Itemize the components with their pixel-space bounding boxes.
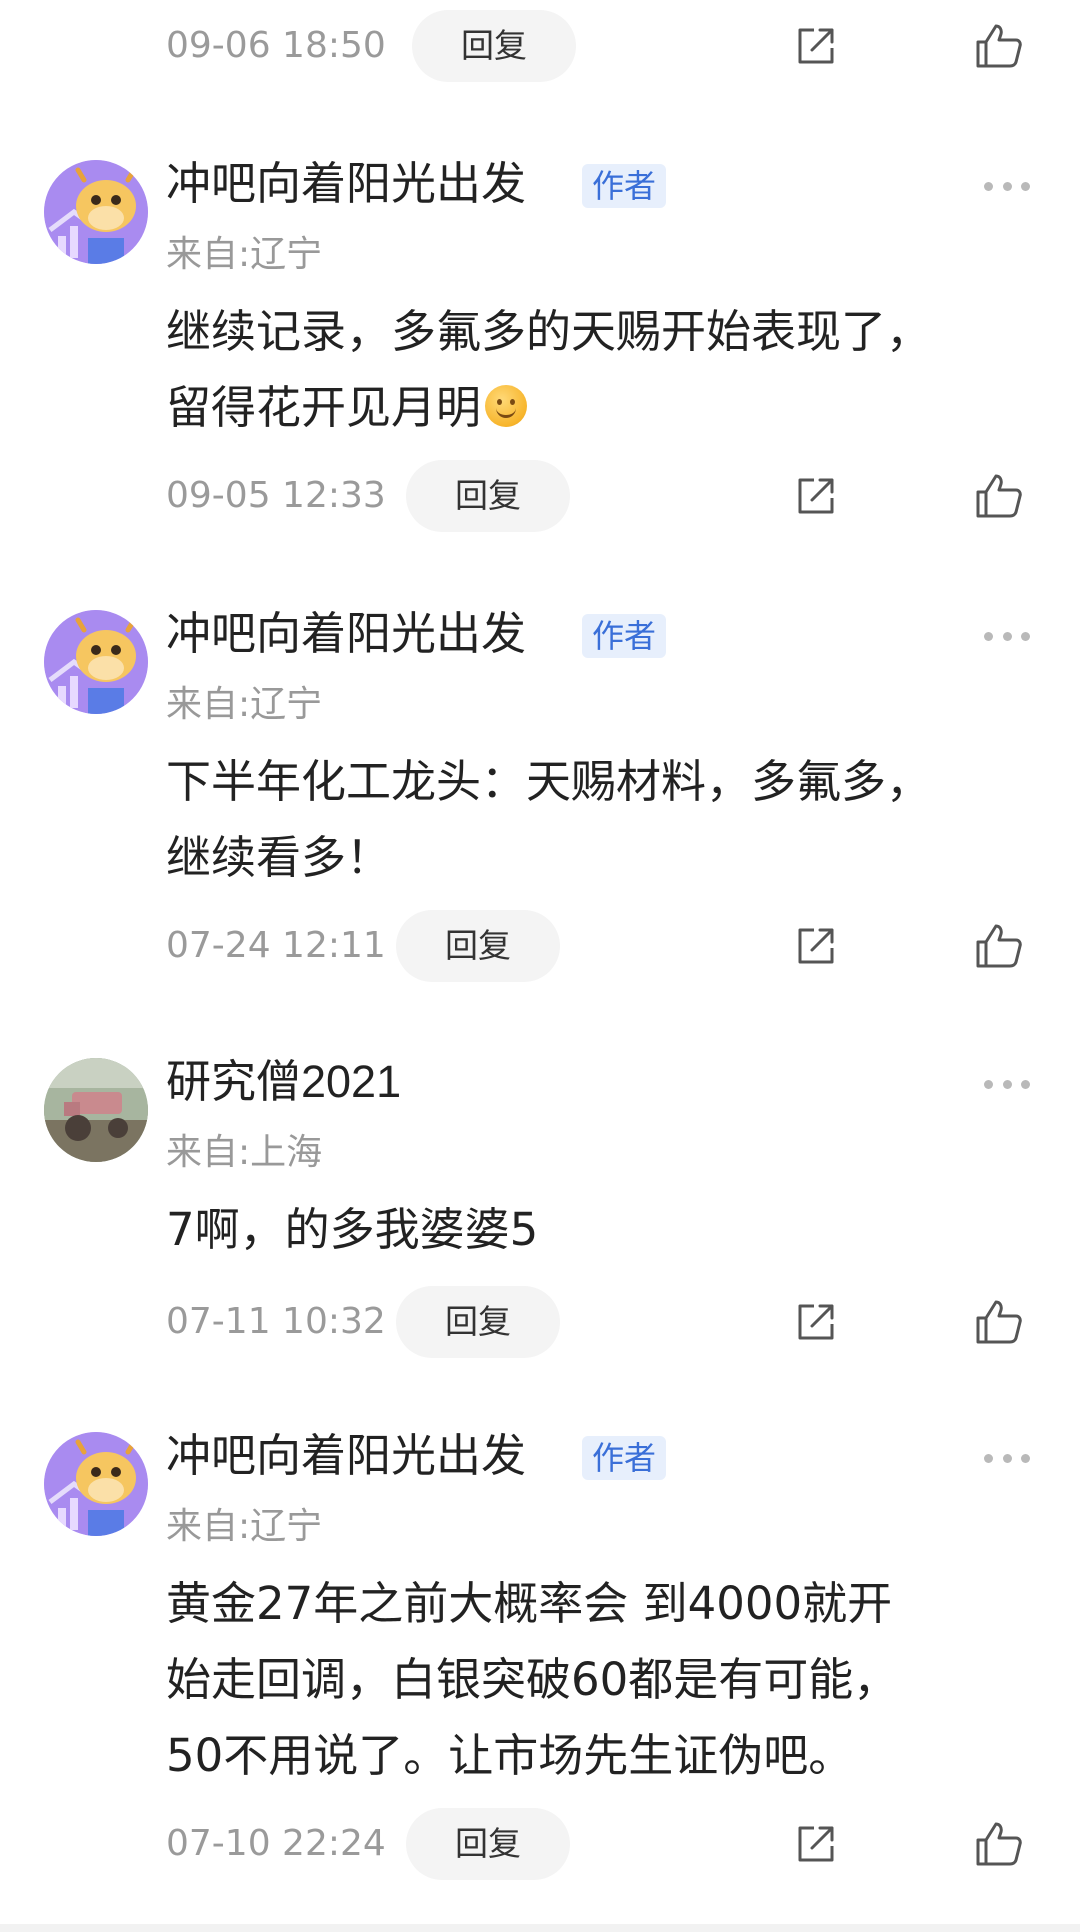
- reply-button[interactable]: 回复: [406, 1808, 570, 1880]
- cow-mascot-icon: [44, 1432, 148, 1536]
- comment-timestamp: 09-06 18:50: [166, 25, 386, 66]
- avatar[interactable]: [44, 1058, 148, 1162]
- username[interactable]: 冲吧向着阳光出发: [166, 154, 526, 214]
- avatar[interactable]: [44, 160, 148, 264]
- comment-text: 下半年化工龙头：天赐材料，多氟多， 继续看多！: [166, 755, 932, 884]
- comment-meta-row: 07-10 22:24 回复: [0, 1808, 1080, 1880]
- share-icon[interactable]: [792, 472, 840, 520]
- thumbs-up-icon[interactable]: [974, 472, 1024, 520]
- share-icon[interactable]: [792, 1298, 840, 1346]
- thumbs-up-icon[interactable]: [974, 1298, 1024, 1346]
- author-badge: 作者: [582, 614, 667, 658]
- author-badge: 作者: [582, 164, 667, 208]
- location-label: 来自:上海: [166, 1132, 323, 1173]
- comment-text: 7啊，的多我婆婆5: [166, 1203, 539, 1256]
- thumbs-up-icon[interactable]: [974, 922, 1024, 970]
- comment-timestamp: 09-05 12:33: [166, 475, 386, 516]
- location-label: 来自:辽宁: [166, 684, 323, 725]
- bottom-divider: [0, 1924, 1080, 1932]
- avatar[interactable]: [44, 610, 148, 714]
- comment-text-content: 继续记录，多氟多的天赐开始表现了， 留得花开见月明: [166, 305, 932, 434]
- share-icon[interactable]: [792, 22, 840, 70]
- comment-item: 冲吧向着阳光出发 作者 来自:辽宁 黄金27年之前大概率会 到4000就开 始走…: [0, 1422, 1080, 1822]
- author-badge: 作者: [582, 1436, 667, 1480]
- more-dots-icon[interactable]: [984, 180, 1030, 192]
- share-icon[interactable]: [792, 922, 840, 970]
- comment-meta-row: 09-05 12:33 回复: [0, 460, 1080, 532]
- tractor-photo-icon: [44, 1058, 148, 1162]
- cow-mascot-icon: [44, 610, 148, 714]
- comment-text: 黄金27年之前大概率会 到4000就开 始走回调，白银突破60都是有可能， 50…: [166, 1577, 899, 1782]
- username[interactable]: 冲吧向着阳光出发: [166, 1426, 526, 1486]
- comment-item: 研究僧2021 来自:上海 7啊，的多我婆婆5: [0, 1048, 1080, 1288]
- location-label: 来自:辽宁: [166, 1506, 323, 1547]
- comment-timestamp: 07-11 10:32: [166, 1301, 386, 1342]
- smile-emoji-icon: [485, 385, 528, 427]
- more-dots-icon[interactable]: [984, 1078, 1030, 1090]
- comment-meta-row: 07-24 12:11 回复: [0, 910, 1080, 982]
- comment-list: 09-06 18:50 回复 冲吧向着阳光出发 作者 来自:辽宁 继续记录，多氟…: [0, 0, 1080, 1932]
- comment-timestamp: 07-24 12:11: [166, 925, 386, 966]
- share-icon[interactable]: [792, 1820, 840, 1868]
- comment-text: 继续记录，多氟多的天赐开始表现了， 留得花开见月明: [166, 294, 1026, 446]
- reply-button[interactable]: 回复: [396, 910, 560, 982]
- comment-meta-row: 09-06 18:50 回复: [0, 10, 1080, 82]
- username[interactable]: 冲吧向着阳光出发: [166, 604, 526, 664]
- cow-mascot-icon: [44, 160, 148, 264]
- avatar[interactable]: [44, 1432, 148, 1536]
- username[interactable]: 研究僧2021: [166, 1052, 401, 1112]
- reply-button[interactable]: 回复: [412, 10, 576, 82]
- reply-button[interactable]: 回复: [406, 460, 570, 532]
- more-dots-icon[interactable]: [984, 630, 1030, 642]
- reply-button[interactable]: 回复: [396, 1286, 560, 1358]
- thumbs-up-icon[interactable]: [974, 22, 1024, 70]
- location-label: 来自:辽宁: [166, 234, 323, 275]
- thumbs-up-icon[interactable]: [974, 1820, 1024, 1868]
- comment-timestamp: 07-10 22:24: [166, 1823, 386, 1864]
- more-dots-icon[interactable]: [984, 1452, 1030, 1464]
- comment-meta-row: 07-11 10:32 回复: [0, 1286, 1080, 1358]
- comment-item: 冲吧向着阳光出发 作者 来自:辽宁 下半年化工龙头：天赐材料，多氟多， 继续看多…: [0, 600, 1080, 900]
